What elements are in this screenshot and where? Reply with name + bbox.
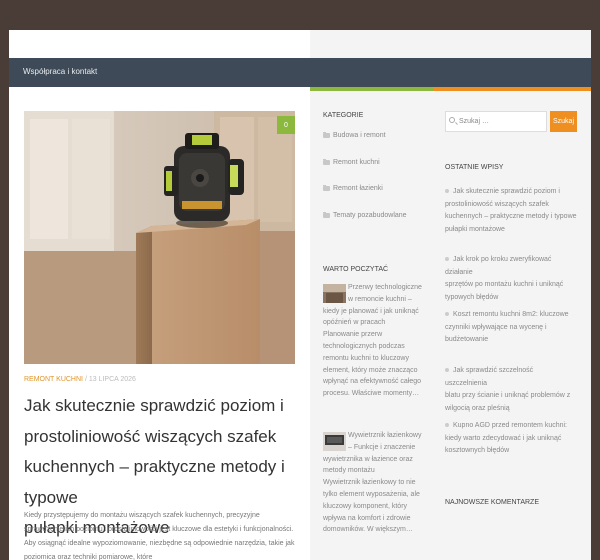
recent-post-line: Jak sprawdzić szczelność uszczelnienia	[445, 365, 577, 390]
top-navigation: Współpraca i kontakt	[9, 58, 591, 87]
recent-post-line: prostoliniowość wiszących szafek	[445, 200, 549, 208]
nav-item-contact[interactable]: Współpraca i kontakt	[23, 67, 97, 76]
category-item[interactable]: Tematy pozabudowlane	[323, 211, 407, 239]
recent-post-item[interactable]: Kupno AGD przed remontem kuchni: kiedy w…	[445, 420, 577, 458]
site-header-left	[9, 30, 310, 58]
recent-post-text: Jak sprawdzić szczelność uszczelnienia	[445, 367, 534, 387]
category-label: Remont łazienki	[333, 185, 383, 192]
bullet-icon	[445, 368, 449, 373]
widget-title-latest-comments: NAJNOWSZE KOMENTARZE	[445, 499, 539, 506]
recent-post-line: czynniki wpływające na wycenę i	[445, 323, 547, 331]
post-excerpt: Kiedy przystępujemy do montażu wiszących…	[24, 509, 299, 560]
worth-reading-line: kiedy je planować i jak uniknąć	[323, 307, 419, 315]
recent-post-line: blatu przy ścianie i uniknąć problemów z	[445, 392, 571, 399]
post-title-line: kuchennych – praktyczne metody i typowe	[24, 457, 285, 507]
folder-icon	[323, 158, 330, 165]
recent-post-line: pułapki montażowe	[445, 225, 505, 233]
post-title-line: Jak skutecznie sprawdzić poziom i	[24, 396, 284, 415]
post-title-line: prostoliniowość wiszących szafek	[24, 426, 277, 446]
widget-title-recent-posts: OSTATNIE WPISY	[445, 164, 504, 171]
category-item[interactable]: Remont łazienki	[323, 185, 407, 212]
worth-reading-thumbnail	[323, 432, 346, 451]
recent-post-line: typowych błędów	[445, 293, 499, 301]
worth-reading-line: wywietrznika w łazience oraz	[323, 455, 413, 463]
search-input[interactable]: Szukaj …	[445, 111, 547, 132]
worth-reading-line: element, który może znacząco	[323, 366, 418, 374]
recent-post-item[interactable]: Jak skutecznie sprawdzić poziom i prosto…	[445, 186, 577, 236]
recent-post-item[interactable]: Koszt remontu kuchni 8m2: kluczowe czynn…	[445, 309, 577, 347]
worth-reading-item[interactable]: Przerwy technologiczne w remoncie kuchni…	[323, 282, 423, 400]
recent-post-text: Jak krok po kroku zweryfikować działanie	[445, 256, 552, 276]
worth-reading-line: kluczowy komponent, który	[323, 502, 408, 510]
recent-post-line: Koszt remontu kuchni 8m2: kluczowe	[445, 309, 577, 322]
recent-post-text: Koszt remontu kuchni 8m2: kluczowe	[453, 311, 569, 318]
category-label: Budowa i remont	[333, 132, 386, 139]
search-icon	[449, 117, 455, 123]
worth-reading-line: domowników. W większym…	[323, 526, 413, 534]
worth-reading-thumbnail	[323, 284, 346, 303]
worth-reading-line: Wywietrznik łazienkowy to nie	[323, 479, 416, 487]
excerpt-line: sprawdzenie ich poziomu i prostoliniowoś…	[24, 526, 294, 533]
recent-post-line: kosztownych błędów	[445, 447, 510, 454]
widget-title-categories: KATEGORIE	[323, 112, 364, 119]
recent-post-line: Jak skutecznie sprawdzić poziom i	[445, 186, 577, 199]
worth-reading-line: metody montażu	[323, 467, 375, 475]
category-label: Remont kuchni	[333, 158, 380, 166]
bullet-icon	[445, 257, 449, 262]
recent-post-line: kuchennych – praktyczne metody i typowe	[445, 213, 577, 220]
post-category-link[interactable]: REMONT KUCHNI	[24, 376, 83, 383]
recent-post-line: wilgocią oraz pleśnią	[445, 404, 510, 412]
worth-reading-line: technologicznych podczas	[323, 342, 405, 350]
bullet-icon	[445, 189, 449, 194]
worth-reading-line: tylko element wyposażenia, ale	[323, 490, 420, 498]
post-meta: REMONT KUCHNI / 13 LIPCA 2026	[24, 376, 136, 383]
worth-reading-line: remontu kuchni to kluczowy	[323, 354, 409, 362]
search-button[interactable]: Szukaj	[550, 111, 577, 132]
worth-reading-line: opóźnień w pracach	[323, 319, 386, 327]
recent-post-line: budżetowanie	[445, 336, 489, 343]
kitchen-photo	[24, 111, 295, 364]
widget-title-worth-reading: WARTO POCZYTAĆ	[323, 266, 389, 273]
site-header-right	[310, 30, 591, 58]
category-item[interactable]: Budowa i remont	[323, 132, 407, 159]
worth-reading-line: wpływa na komfort i zdrowie	[323, 514, 411, 522]
recent-post-text: Kupno AGD przed remontem kuchni:	[453, 422, 568, 429]
comment-count: 0	[284, 121, 288, 129]
category-label: Tematy pozabudowlane	[333, 211, 407, 219]
categories-list: Budowa i remont Remont kuchni Remont łaz…	[323, 132, 407, 238]
worth-reading-item[interactable]: Wywietrznik łazienkowy – Funkcje i znacz…	[323, 430, 423, 536]
worth-reading-line: procesu. Właściwe momenty…	[323, 390, 420, 398]
folder-icon	[323, 211, 330, 218]
category-item[interactable]: Remont kuchni	[323, 158, 407, 186]
excerpt-line: poziomica oraz techniki pomiarowe, które	[24, 554, 153, 560]
bullet-icon	[445, 423, 449, 428]
recent-post-item[interactable]: Jak sprawdzić szczelność uszczelnienia b…	[445, 365, 577, 415]
excerpt-line: Kiedy przystępujemy do montażu wiszących…	[24, 512, 260, 519]
post-thumbnail[interactable]	[24, 111, 295, 364]
recent-post-line: sprzętów po montażu kuchni i uniknąć	[445, 281, 564, 288]
recent-post-line: Kupno AGD przed remontem kuchni:	[445, 420, 577, 433]
folder-icon	[323, 185, 330, 191]
excerpt-line: Aby osiągnąć idealne wypoziomowanie, nie…	[24, 540, 295, 547]
bullet-icon	[445, 312, 449, 317]
worth-reading-line: wpłynąć na efektywność całego	[323, 378, 422, 386]
recent-post-item[interactable]: Jak krok po kroku zweryfikować działanie…	[445, 254, 577, 304]
recent-post-line: Jak krok po kroku zweryfikować działanie	[445, 254, 577, 279]
folder-icon	[323, 132, 330, 138]
recent-post-line: kiedy warto zdecydować i jak uniknąć	[445, 434, 562, 442]
comment-count-badge[interactable]: 0	[277, 116, 295, 134]
post-date: 13 LIPCA 2026	[88, 376, 136, 383]
recent-post-text: Jak skutecznie sprawdzić poziom i	[453, 188, 560, 195]
worth-reading-line: Planowanie przerw	[323, 331, 383, 339]
